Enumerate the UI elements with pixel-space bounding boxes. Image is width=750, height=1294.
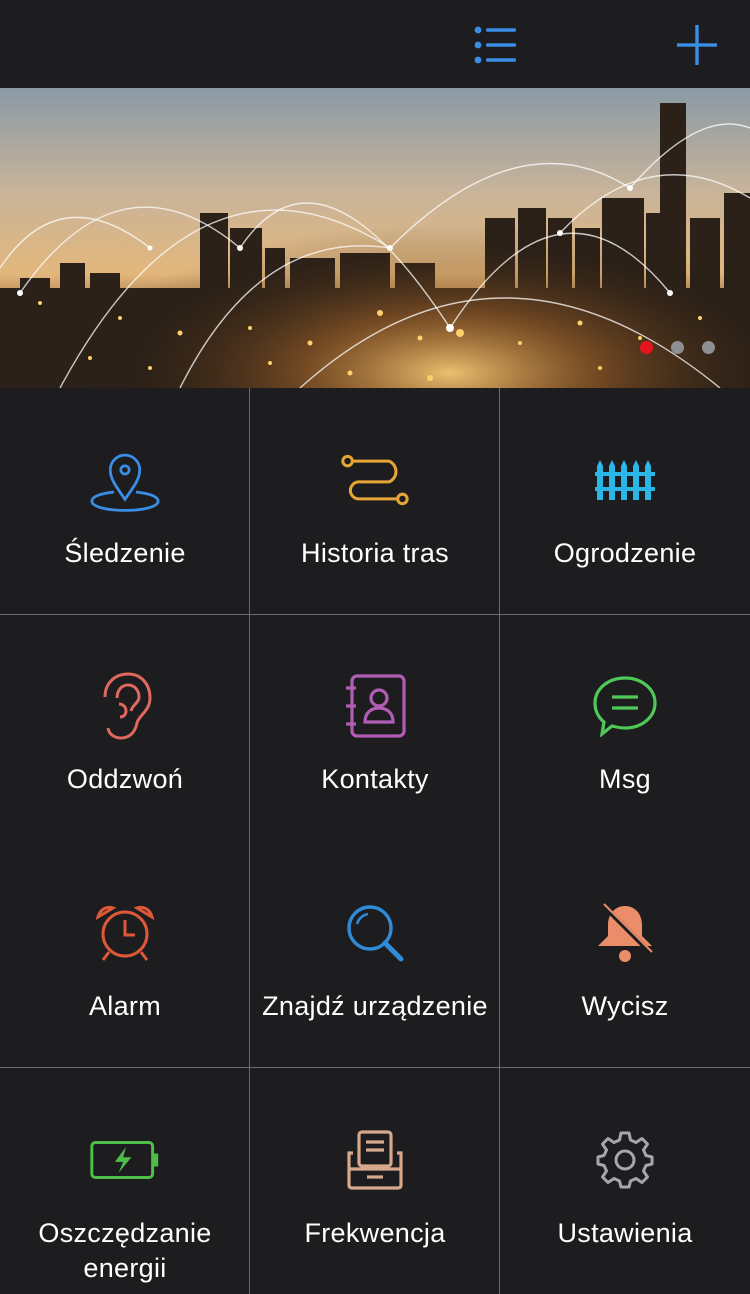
route-history-icon	[340, 445, 410, 515]
bell-off-icon	[590, 898, 660, 968]
banner-image	[0, 88, 750, 388]
battery-icon	[90, 1125, 160, 1195]
contacts-book-icon	[340, 671, 410, 741]
pager-dot[interactable]	[671, 341, 684, 354]
menu-list-button[interactable]	[468, 18, 522, 72]
tile-settings[interactable]: Ustawienia	[500, 1068, 750, 1294]
tile-power-saving[interactable]: Oszczędzanie energii	[0, 1068, 250, 1294]
tile-callback[interactable]: Oddzwoń	[0, 614, 250, 840]
tile-attendance[interactable]: Frekwencja	[250, 1068, 500, 1294]
tile-label: Śledzenie	[64, 538, 186, 568]
tile-label: Znajdź urządzenie	[262, 991, 488, 1021]
tile-alarm[interactable]: Alarm	[0, 841, 250, 1067]
tile-messages[interactable]: Msg	[500, 614, 750, 840]
tile-label: Wycisz	[581, 991, 669, 1021]
top-bar	[0, 0, 750, 88]
location-pin-icon	[90, 445, 160, 515]
add-device-button[interactable]	[670, 18, 724, 72]
tile-label: Ustawienia	[557, 1218, 693, 1248]
attendance-printer-icon	[340, 1125, 410, 1195]
alarm-clock-icon	[90, 898, 160, 968]
tile-label: Ogrodzenie	[553, 538, 697, 568]
tile-label: Oddzwoń	[66, 764, 184, 794]
tile-tracking[interactable]: Śledzenie	[0, 388, 250, 614]
banner-carousel[interactable]	[0, 88, 750, 388]
list-icon	[474, 26, 516, 64]
tile-geofence[interactable]: Ogrodzenie	[500, 388, 750, 614]
tile-label: Msg	[599, 764, 651, 794]
search-icon	[340, 898, 410, 968]
tile-label: Kontakty	[321, 764, 429, 794]
tile-label: Frekwencja	[304, 1218, 446, 1248]
plus-icon	[677, 25, 717, 65]
pager-dot-active[interactable]	[640, 341, 653, 354]
tile-mute[interactable]: Wycisz	[500, 841, 750, 1067]
gear-icon	[590, 1125, 660, 1195]
tile-label: Oszczędzanie energii	[38, 1218, 212, 1283]
ear-icon	[90, 671, 160, 741]
feature-grid: Śledzenie Historia tras Ogrodzenie Oddzw…	[0, 388, 750, 1294]
tile-route-history[interactable]: Historia tras	[250, 388, 500, 614]
tile-label: Historia tras	[301, 538, 449, 568]
chat-bubble-icon	[590, 671, 660, 741]
carousel-pager	[640, 341, 715, 355]
fence-icon	[590, 445, 660, 515]
tile-contacts[interactable]: Kontakty	[250, 614, 500, 840]
pager-dot[interactable]	[702, 341, 715, 354]
tile-find-device[interactable]: Znajdź urządzenie	[250, 841, 500, 1067]
tile-label: Alarm	[88, 991, 161, 1021]
